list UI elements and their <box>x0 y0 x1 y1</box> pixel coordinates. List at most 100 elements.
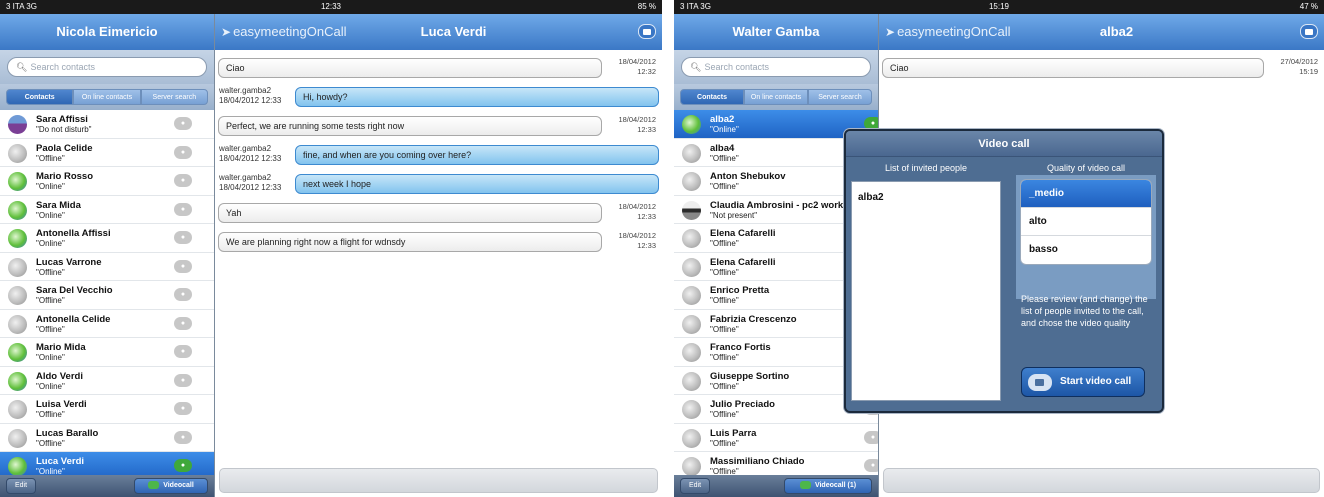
presence-offline-icon <box>682 343 701 362</box>
quality-column-title: Quality of video call <box>1046 163 1126 173</box>
message-row: Ciao 18/04/2012 12:32 <box>215 54 662 83</box>
message-timestamp: 27/04/2012 15:19 <box>1280 57 1318 76</box>
start-video-call-button[interactable]: Start video call <box>1021 367 1145 397</box>
contact-row[interactable]: Massimiliano Chiado "Offline" ● <box>674 452 878 475</box>
chat-header: ➤ easymeetingOnCall Luca Verdi <box>215 14 662 50</box>
video-call-icon[interactable]: ● <box>174 259 192 273</box>
message-row: walter.gamba2 18/04/2012 12:33 Hi, howdy? <box>215 83 662 112</box>
video-camera-icon <box>799 481 811 490</box>
video-call-icon[interactable]: ● <box>174 459 192 472</box>
contact-name: alba2 <box>710 114 735 125</box>
contact-list: Sara Affissi "Do not disturb" ● Paola Celid… <box>0 110 214 475</box>
videocall-label: Videocall (1) <box>814 482 857 489</box>
contact-filter-tabs: Contacts On line contacts Server search <box>674 84 878 110</box>
dialog-hint: Please review (and change) the list of p… <box>1021 294 1148 328</box>
search-bar: 🔍︎ Search contacts <box>0 50 214 84</box>
contact-row[interactable]: Antonella Celide "Offline" ● <box>0 310 214 338</box>
video-call-icon[interactable]: ● <box>174 231 192 244</box>
invited-item[interactable]: alba2 <box>852 182 1000 213</box>
search-input[interactable]: 🔍︎ Search contacts <box>7 57 207 77</box>
contact-row[interactable]: Lucas Varrone "Offline" ● <box>0 253 214 281</box>
quality-options-list: _medio alto basso <box>1020 179 1152 265</box>
presence-offline-icon <box>682 172 701 191</box>
video-call-icon[interactable]: ● <box>864 430 878 444</box>
contact-row[interactable]: Sara Affissi "Do not disturb" ● <box>0 110 214 139</box>
contacts-sidebar: Nicola Eimericio 🔍︎ Search contacts Conta… <box>0 14 215 497</box>
contact-row[interactable]: Aldo Verdi "Online" ● <box>0 367 214 395</box>
video-call-icon[interactable]: ● <box>174 174 192 187</box>
message-timestamp: 18/04/2012 12:33 <box>618 202 656 221</box>
tab-contacts[interactable]: Contacts <box>680 89 744 105</box>
edit-button[interactable]: Edit <box>680 478 710 494</box>
video-call-icon[interactable]: ● <box>174 202 192 216</box>
video-call-icon[interactable]: ● <box>864 459 878 472</box>
presence-offline-icon <box>682 286 701 305</box>
video-call-icon[interactable]: ● <box>174 316 192 330</box>
message-row: Ciao 27/04/2012 15:19 <box>879 54 1324 83</box>
message-list: Ciao 18/04/2012 12:32 walter.gamba2 18/04/20… <box>215 50 662 467</box>
presence-online-icon <box>8 343 27 362</box>
edit-button[interactable]: Edit <box>6 478 36 494</box>
presence-offline-icon <box>682 143 701 163</box>
contact-row[interactable]: Sara Del Vecchio "Offline" ● <box>0 281 214 310</box>
contact-row[interactable]: Lucas Barallo "Offline" ● <box>0 424 214 452</box>
video-call-dialog: Video call List of invited people Qualit… <box>844 129 1164 413</box>
message-row: We are planning right now a flight for w… <box>215 228 662 257</box>
message-input[interactable] <box>883 468 1320 493</box>
battery-label: 47 % <box>1299 2 1318 11</box>
quality-panel: _medio alto basso <box>1016 175 1156 299</box>
presence-away-icon <box>682 200 701 220</box>
presence-offline-icon <box>682 371 701 391</box>
quality-option-basso[interactable]: basso <box>1021 236 1151 264</box>
contact-row[interactable]: Paola Celide "Offline" ● <box>0 139 214 167</box>
message-input[interactable] <box>219 468 658 493</box>
message-bubble-outgoing: next week I hope <box>295 174 659 194</box>
message-bubble-incoming: Ciao <box>882 58 1264 78</box>
contact-row[interactable]: Luca Verdi "Online" ● <box>0 452 214 475</box>
video-call-icon[interactable]: ● <box>174 430 192 444</box>
invited-column-title: List of invited people <box>884 163 968 173</box>
contact-row[interactable]: Antonella Affissi "Online" ● <box>0 224 214 253</box>
video-call-icon[interactable]: ● <box>174 345 192 358</box>
chat-title: alba2 <box>1099 24 1134 39</box>
search-input[interactable]: 🔍︎ Search contacts <box>681 57 871 77</box>
video-camera-icon[interactable] <box>638 24 656 39</box>
tab-server-search[interactable]: Server search <box>140 89 208 105</box>
right-screen: 3 ITA 3G 15:19 47 % Walter Gamba 🔍︎ Searc… <box>674 0 1324 497</box>
contact-row[interactable]: Luis Parra "Offline" ● <box>674 424 878 452</box>
status-bar: 3 ITA 3G 12:33 85 % <box>0 0 662 14</box>
contact-row[interactable]: Sara Mida "Online" ● <box>0 196 214 224</box>
video-call-icon[interactable]: ● <box>174 145 192 159</box>
tab-contacts[interactable]: Contacts <box>6 89 74 105</box>
tab-server-search[interactable]: Server search <box>808 89 872 105</box>
video-call-icon[interactable]: ● <box>174 402 192 415</box>
presence-offline-icon <box>682 229 701 248</box>
video-call-icon[interactable]: ● <box>174 117 192 130</box>
tab-online-contacts[interactable]: On line contacts <box>744 89 808 105</box>
message-date: 18/04/2012 12:33 <box>219 154 282 163</box>
videocall-button[interactable]: Videocall (1) <box>784 478 872 494</box>
video-call-icon[interactable]: ● <box>174 288 192 301</box>
videocall-button[interactable]: Videocall <box>134 478 208 494</box>
battery-label: 85 % <box>637 2 656 11</box>
sidebar-footer: Edit Videocall (1) <box>674 475 878 497</box>
quality-option-medio[interactable]: _medio <box>1021 180 1151 208</box>
left-screen: 3 ITA 3G 12:33 85 % Nicola Eimericio 🔍︎ S… <box>0 0 662 497</box>
contact-row[interactable]: Mario Rosso "Online" ● <box>0 167 214 196</box>
video-camera-icon[interactable] <box>1300 24 1318 39</box>
message-row: Yah 18/04/2012 12:33 <box>215 199 662 228</box>
quality-option-alto[interactable]: alto <box>1021 208 1151 236</box>
contact-row[interactable]: Luisa Verdi "Offline" ● <box>0 395 214 424</box>
presence-online-icon <box>8 200 27 220</box>
contact-status: "Offline" <box>710 467 739 475</box>
message-sender: walter.gamba2 <box>219 86 272 95</box>
contact-row[interactable]: Mario Mida "Online" ● <box>0 338 214 367</box>
message-date: 18/04/2012 12:33 <box>219 96 282 105</box>
message-meta: walter.gamba2 18/04/2012 12:33 <box>219 173 299 193</box>
message-bubble-outgoing: Hi, howdy? <box>295 87 659 107</box>
presence-offline-icon <box>682 428 701 448</box>
tab-online-contacts[interactable]: On line contacts <box>73 89 141 105</box>
presence-online-icon <box>8 172 27 191</box>
video-call-icon[interactable]: ● <box>174 373 192 387</box>
message-timestamp: 18/04/2012 12:32 <box>618 57 656 76</box>
